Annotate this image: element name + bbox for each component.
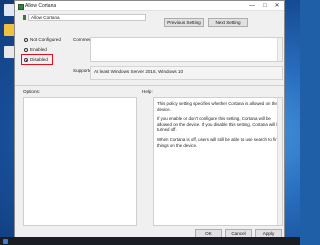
options-pane (23, 97, 137, 226)
help-pane: This policy setting specifies whether Co… (153, 97, 283, 226)
policy-icon (18, 3, 24, 10)
help-scrollbar[interactable] (277, 98, 282, 225)
start-button[interactable] (3, 238, 8, 244)
divider (15, 85, 284, 86)
next-setting-button[interactable]: Next Setting (208, 18, 248, 27)
highlight-box (21, 54, 53, 65)
policy-name-field: Allow Cortana (28, 14, 146, 21)
radio-label: Not Configured (30, 37, 61, 43)
help-paragraph: This policy setting specifies whether Co… (157, 101, 278, 112)
setting-icon (23, 15, 26, 20)
supported-on-field: At least Windows Server 2016, Windows 10 (90, 66, 283, 80)
radio-enabled[interactable]: Enabled (24, 47, 47, 54)
previous-setting-button[interactable]: Previous Setting (164, 18, 204, 27)
taskbar (0, 237, 300, 245)
radio-circle[interactable] (24, 37, 28, 42)
title-bar[interactable]: Allow Cortana — □ ✕ (15, 1, 284, 11)
radio-circle[interactable] (24, 47, 28, 52)
radio-not-configured[interactable]: Not Configured (24, 37, 61, 44)
close-button[interactable]: ✕ (271, 1, 283, 11)
help-paragraph: When Cortana is off, users will still be… (157, 136, 281, 148)
options-label: Options: (23, 89, 41, 94)
help-paragraph: If you enable or don't configure this se… (157, 116, 282, 133)
window-title: Allow Cortana (25, 3, 57, 9)
comment-textbox[interactable] (90, 37, 283, 62)
radio-label: Enabled (30, 47, 47, 53)
minimize-button[interactable]: — (246, 1, 258, 11)
policy-editor-window: Allow Cortana — □ ✕ Allow Cortana Previo… (14, 0, 285, 241)
maximize-button[interactable]: □ (259, 1, 271, 11)
comment-scrollbar[interactable] (277, 38, 282, 61)
help-label: Help: (142, 89, 153, 94)
help-text: This policy setting specifies whether Co… (157, 101, 283, 152)
supported-on-value: At least Windows Server 2016, Windows 10 (94, 69, 184, 74)
